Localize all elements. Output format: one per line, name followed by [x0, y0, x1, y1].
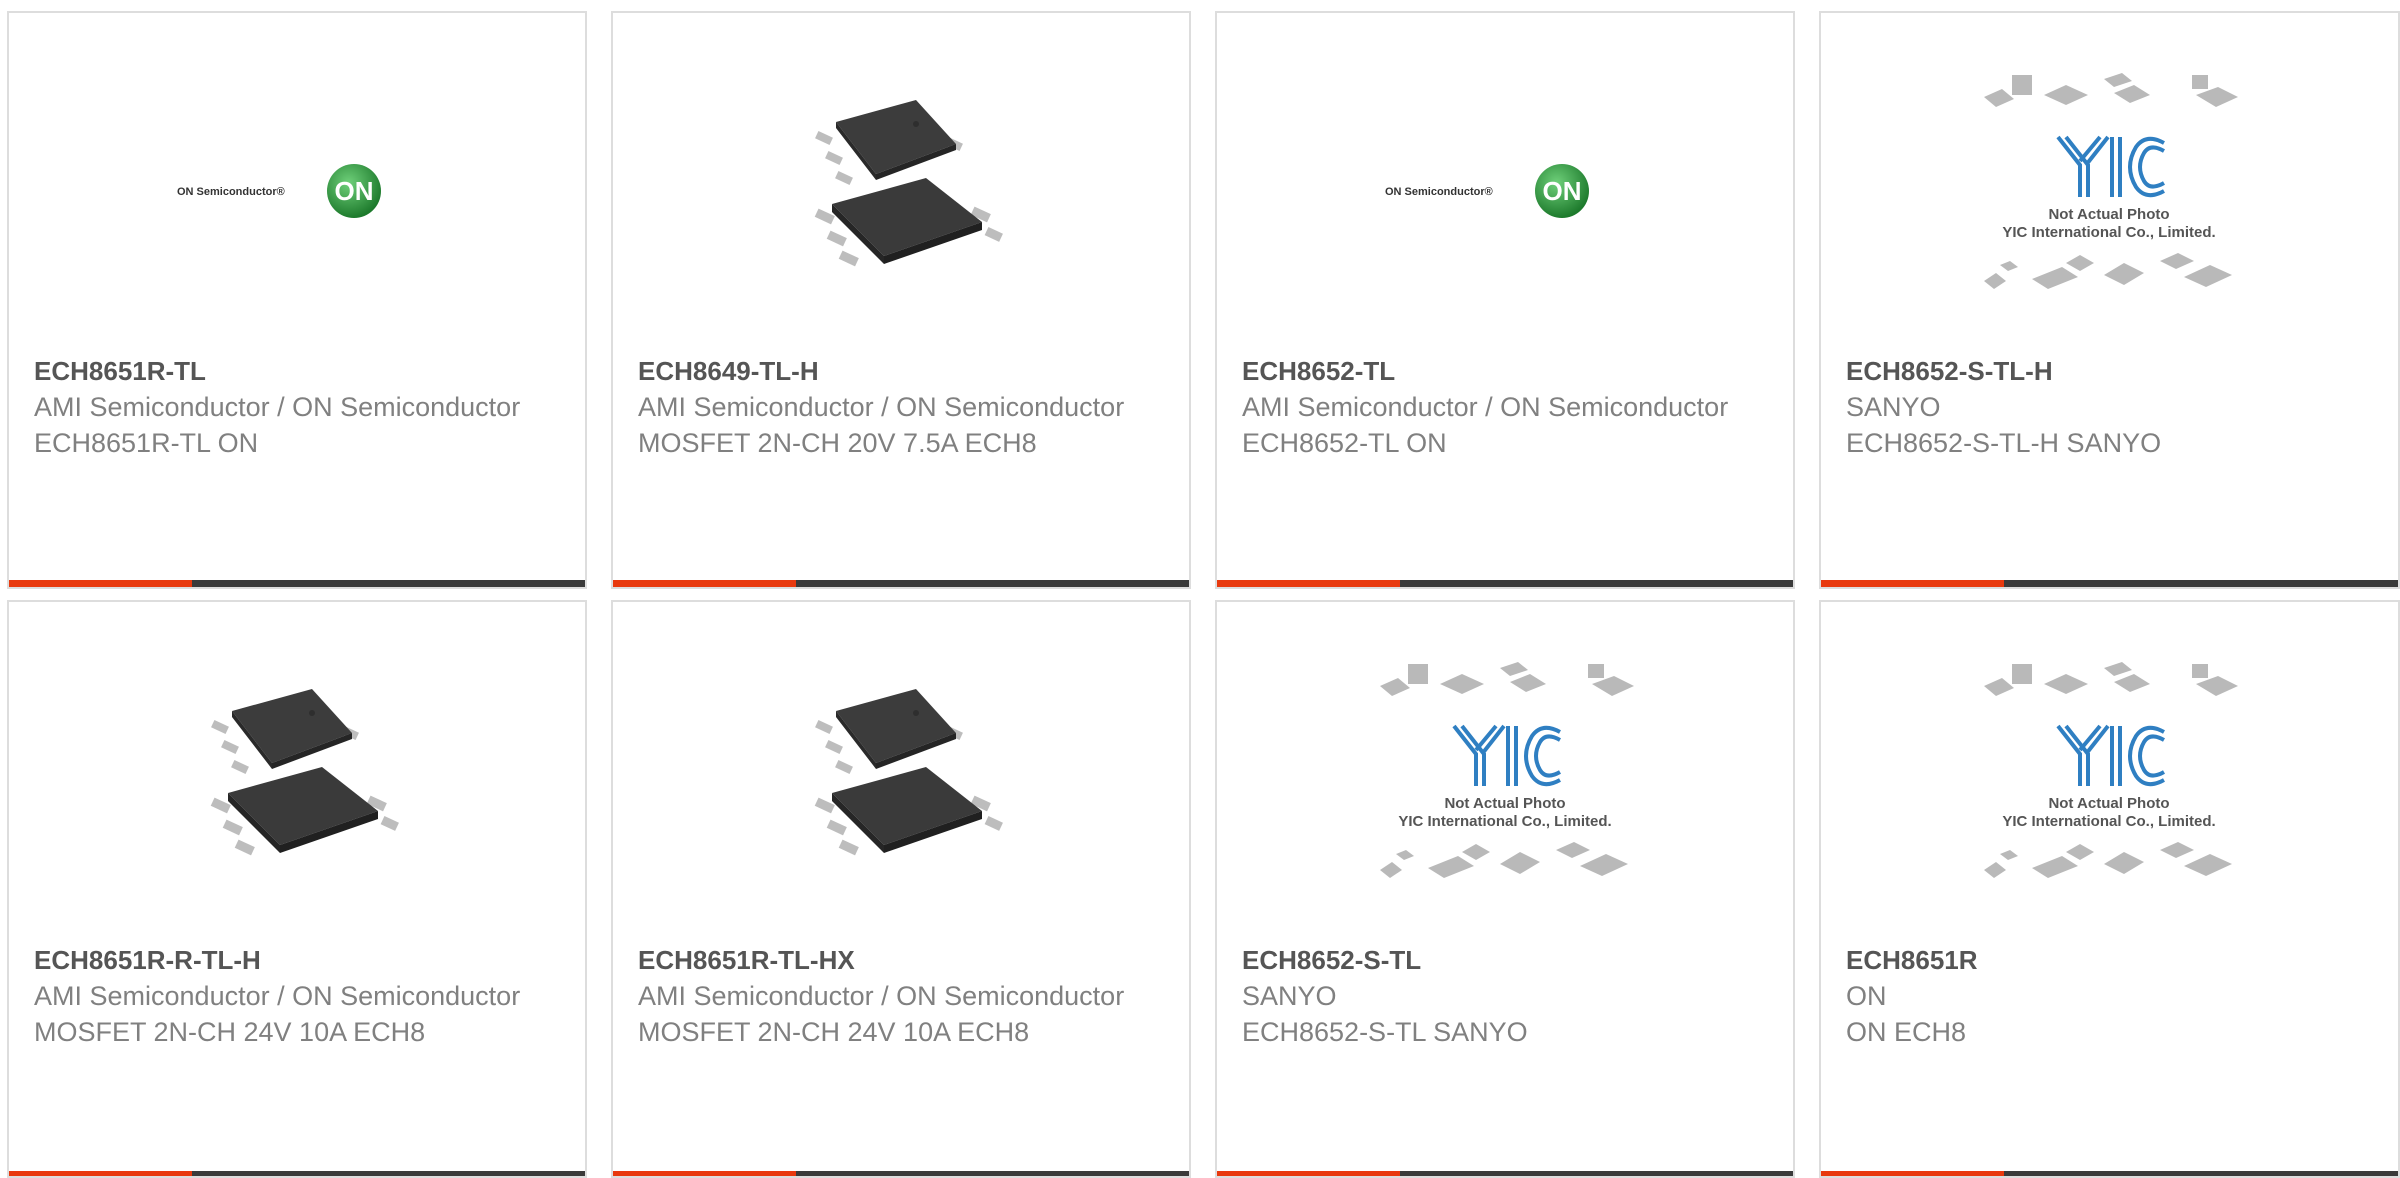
description: MOSFET 2N-CH 24V 10A ECH8: [638, 1017, 1030, 1047]
svg-text:Not Actual Photo: Not Actual Photo: [1444, 795, 1565, 812]
ech8-chip-photo: [814, 689, 1003, 856]
product-image[interactable]: ON Semiconductor® ON: [9, 27, 585, 347]
yic-placeholder-image: Not Actual Photo YIC International Co., …: [1380, 662, 1634, 878]
part-number[interactable]: ECH8652-S-TL: [1242, 942, 1762, 978]
manufacturer: AMI Semiconductor / ON Semiconductor: [34, 392, 521, 422]
card-bar-accent: [9, 1171, 192, 1176]
description: ECH8652-TL ON: [1242, 428, 1447, 458]
product-card[interactable]: ECH8649-TL-H AMI Semiconductor / ON Semi…: [611, 11, 1191, 589]
svg-text:ON: ON: [335, 176, 374, 206]
product-card[interactable]: ON Semiconductor® ON ECH8651R-TL AMI Sem…: [7, 11, 587, 589]
part-number[interactable]: ECH8652-TL: [1242, 353, 1762, 389]
part-number[interactable]: ECH8651R-R-TL-H: [34, 942, 554, 978]
card-bar: [1821, 1171, 2398, 1176]
part-number[interactable]: ECH8649-TL-H: [638, 353, 1158, 389]
card-bar-accent: [613, 1171, 796, 1176]
manufacturer: AMI Semiconductor / ON Semiconductor: [34, 981, 521, 1011]
card-bar-accent: [9, 580, 192, 587]
manufacturer: SANYO: [1846, 392, 1941, 422]
manufacturer: AMI Semiconductor / ON Semiconductor: [638, 392, 1125, 422]
description: ECH8651R-TL ON: [34, 428, 259, 458]
card-bar-accent: [1217, 580, 1400, 587]
description: ON ECH8: [1846, 1017, 1967, 1047]
product-grid: ON Semiconductor® ON ECH8651R-TL AMI Sem…: [0, 0, 2400, 1178]
product-image[interactable]: [613, 27, 1189, 347]
manufacturer: SANYO: [1242, 981, 1337, 1011]
description: ECH8652-S-TL SANYO: [1242, 1017, 1528, 1047]
svg-text:YIC International Co., Limited: YIC International Co., Limited.: [2002, 813, 2215, 830]
card-bar: [9, 1171, 585, 1176]
product-card[interactable]: Not Actual Photo YIC International Co., …: [1215, 600, 1795, 1178]
card-bar: [1217, 1171, 1793, 1176]
svg-text:ON: ON: [1543, 176, 1582, 206]
card-bar: [1217, 580, 1793, 587]
card-bar-accent: [613, 580, 796, 587]
card-bar: [9, 580, 585, 587]
ech8-chip-photo: [210, 689, 399, 856]
yic-placeholder-image: Not Actual Photo YIC International Co., …: [1984, 662, 2238, 878]
description: MOSFET 2N-CH 20V 7.5A ECH8: [638, 428, 1037, 458]
product-image[interactable]: Not Actual Photo YIC International Co., …: [1821, 27, 2397, 347]
card-bar-accent: [1821, 1171, 2004, 1176]
manufacturer: AMI Semiconductor / ON Semiconductor: [1242, 392, 1729, 422]
product-card[interactable]: Not Actual Photo YIC International Co., …: [1819, 600, 2400, 1178]
svg-text:ON Semiconductor®: ON Semiconductor®: [1385, 186, 1493, 198]
product-card[interactable]: Not Actual Photo YIC International Co., …: [1819, 11, 2400, 589]
svg-text:Not Actual Photo: Not Actual Photo: [2048, 206, 2169, 223]
product-image[interactable]: ON Semiconductor® ON: [1217, 27, 1793, 347]
card-bar-accent: [1217, 1171, 1400, 1176]
yic-placeholder-image: Not Actual Photo YIC International Co., …: [1984, 73, 2238, 289]
part-number[interactable]: ECH8651R-TL: [34, 353, 554, 389]
card-bar: [613, 580, 1189, 587]
svg-text:Not Actual Photo: Not Actual Photo: [2048, 795, 2169, 812]
svg-text:YIC International Co., Limited: YIC International Co., Limited.: [1398, 813, 1611, 830]
product-image[interactable]: [613, 616, 1189, 936]
description: MOSFET 2N-CH 24V 10A ECH8: [34, 1017, 426, 1047]
manufacturer: AMI Semiconductor / ON Semiconductor: [638, 981, 1125, 1011]
part-number[interactable]: ECH8651R-TL-HX: [638, 942, 1158, 978]
card-bar: [1821, 580, 2398, 587]
product-card[interactable]: ON Semiconductor® ON ECH8652-TL AMI Semi…: [1215, 11, 1795, 589]
card-bar: [613, 1171, 1189, 1176]
card-bar-accent: [1821, 580, 2004, 587]
product-image[interactable]: Not Actual Photo YIC International Co., …: [1821, 616, 2397, 936]
manufacturer: ON: [1846, 981, 1887, 1011]
svg-text:ON Semiconductor®: ON Semiconductor®: [177, 186, 285, 198]
part-number[interactable]: ECH8652-S-TL-H: [1846, 353, 2366, 389]
on-semiconductor-logo: ON Semiconductor® ON: [177, 164, 381, 218]
description: ECH8652-S-TL-H SANYO: [1846, 428, 2162, 458]
product-card[interactable]: ECH8651R-R-TL-H AMI Semiconductor / ON S…: [7, 600, 587, 1178]
ech8-chip-photo: [814, 100, 1003, 267]
on-semiconductor-logo: ON Semiconductor® ON: [1385, 164, 1589, 218]
svg-text:YIC International Co., Limited: YIC International Co., Limited.: [2002, 224, 2215, 241]
product-image[interactable]: [9, 616, 585, 936]
part-number[interactable]: ECH8651R: [1846, 942, 2366, 978]
product-image[interactable]: Not Actual Photo YIC International Co., …: [1217, 616, 1793, 936]
product-card[interactable]: ECH8651R-TL-HX AMI Semiconductor / ON Se…: [611, 600, 1191, 1178]
